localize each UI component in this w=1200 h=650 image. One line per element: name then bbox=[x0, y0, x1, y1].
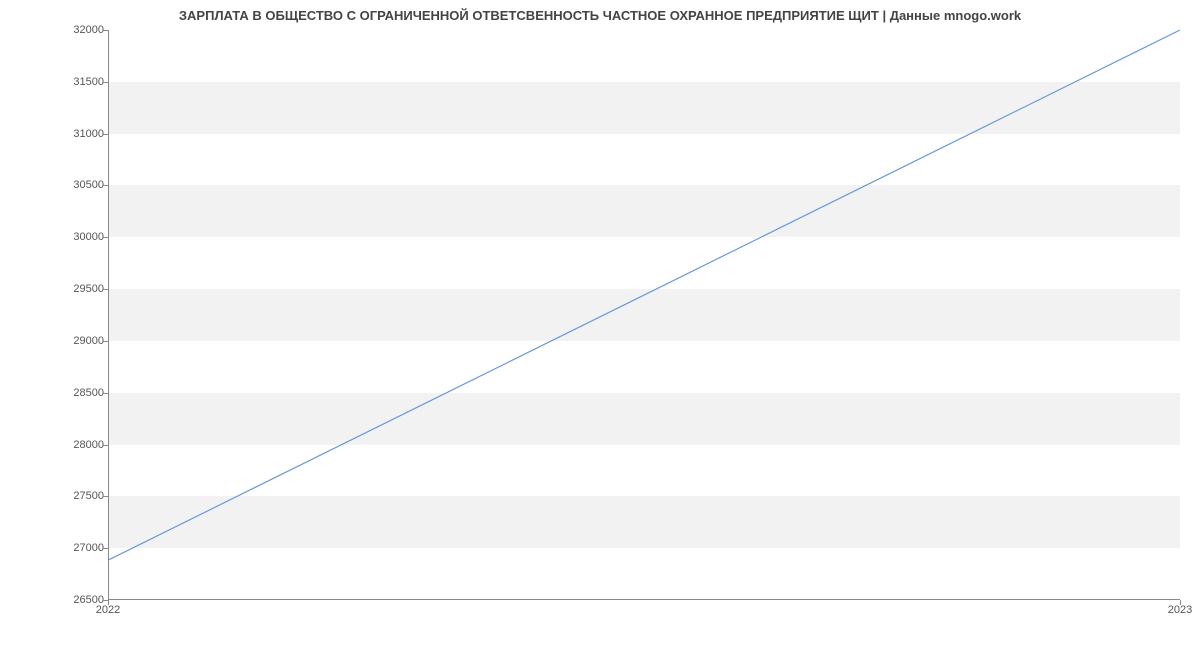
y-tick-label: 27000 bbox=[4, 542, 104, 554]
y-tick-label: 32000 bbox=[4, 24, 104, 36]
y-tick-label: 31000 bbox=[4, 128, 104, 140]
chart-container: ЗАРПЛАТА В ОБЩЕСТВО С ОГРАНИЧЕННОЙ ОТВЕТ… bbox=[0, 0, 1200, 650]
chart-title: ЗАРПЛАТА В ОБЩЕСТВО С ОГРАНИЧЕННОЙ ОТВЕТ… bbox=[0, 8, 1200, 23]
x-tick-mark bbox=[1180, 600, 1181, 605]
y-tick-label: 31500 bbox=[4, 76, 104, 88]
y-tick-label: 27500 bbox=[4, 490, 104, 502]
x-tick-label: 2023 bbox=[1168, 604, 1192, 616]
y-tick-mark bbox=[103, 548, 108, 549]
y-tick-label: 30500 bbox=[4, 179, 104, 191]
y-tick-label: 28000 bbox=[4, 439, 104, 451]
y-tick-mark bbox=[103, 185, 108, 186]
y-tick-mark bbox=[103, 445, 108, 446]
y-tick-label: 30000 bbox=[4, 231, 104, 243]
y-tick-mark bbox=[103, 289, 108, 290]
line-svg bbox=[109, 30, 1180, 599]
plot-area bbox=[108, 30, 1180, 600]
data-line bbox=[109, 30, 1180, 560]
y-tick-label: 29000 bbox=[4, 335, 104, 347]
y-tick-mark bbox=[103, 134, 108, 135]
y-tick-mark bbox=[103, 30, 108, 31]
y-tick-mark bbox=[103, 82, 108, 83]
y-tick-mark bbox=[103, 393, 108, 394]
y-tick-label: 29500 bbox=[4, 283, 104, 295]
y-tick-mark bbox=[103, 237, 108, 238]
x-tick-label: 2022 bbox=[96, 604, 120, 616]
y-tick-label: 26500 bbox=[4, 594, 104, 606]
y-tick-label: 28500 bbox=[4, 387, 104, 399]
x-tick-mark bbox=[108, 600, 109, 605]
y-tick-mark bbox=[103, 496, 108, 497]
y-tick-mark bbox=[103, 341, 108, 342]
